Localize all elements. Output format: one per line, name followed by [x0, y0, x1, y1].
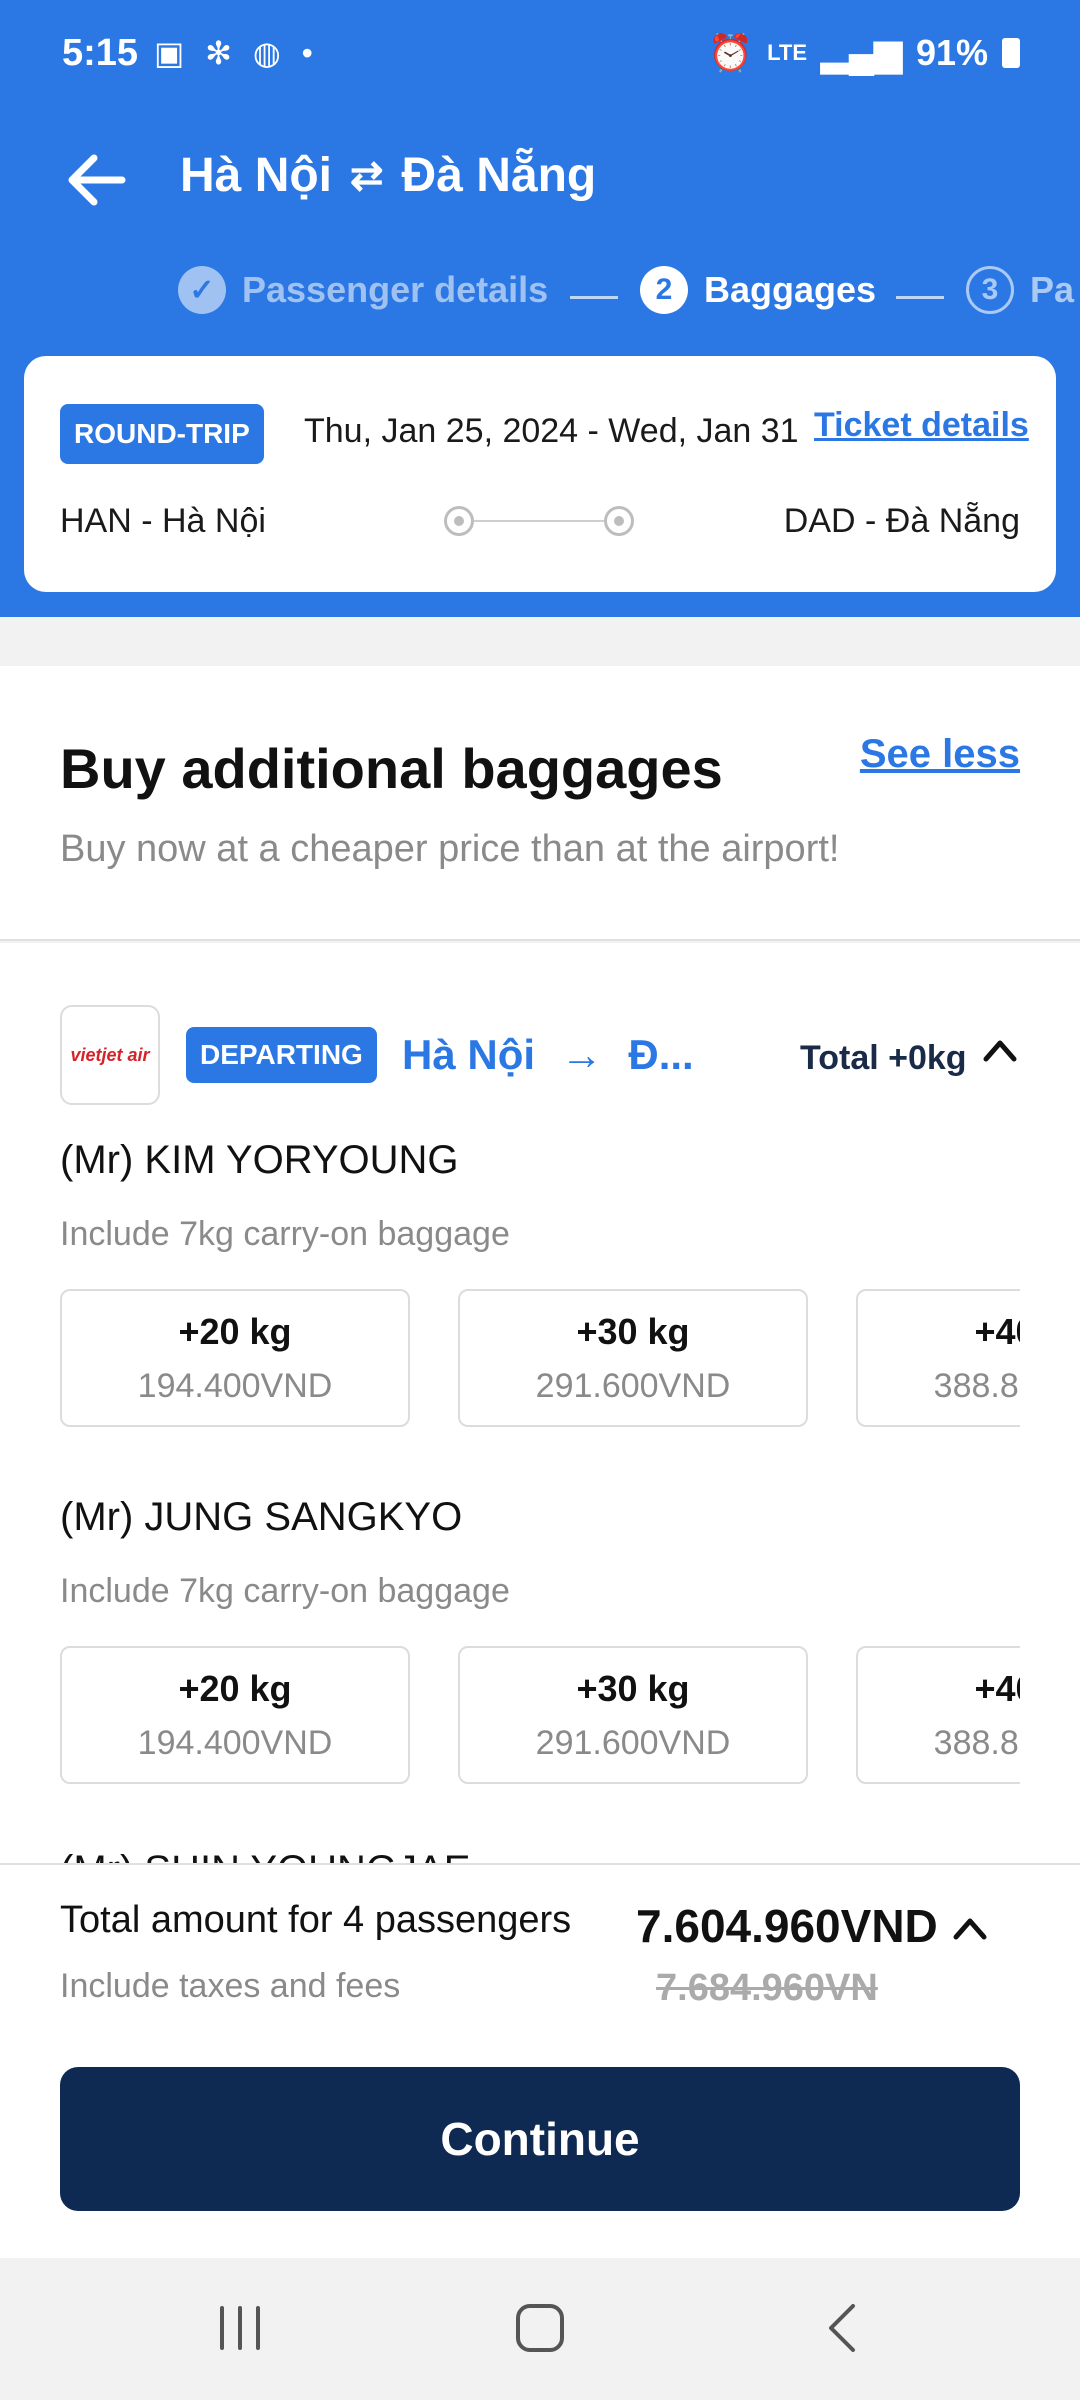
step-label: Baggages — [704, 269, 877, 310]
step-number: 2 — [640, 266, 688, 314]
header: 5:15 ▣ ✻ ◍ • ⏰ LTE ▂▄▆ 91% Hà Nội ⇄ Đà N… — [0, 0, 1080, 617]
back-nav-icon[interactable] — [805, 2298, 885, 2358]
option-price: 291.600VND — [535, 1367, 731, 1405]
network-label: LTE — [767, 40, 808, 65]
route-destination: Đà Nẵng — [401, 149, 597, 202]
arrow-right-icon: → — [560, 1031, 603, 1078]
step-label: Pa — [1030, 269, 1075, 310]
step-divider — [570, 296, 618, 299]
app-bar: Hà Nội ⇄ Đà Nẵng — [0, 130, 1080, 230]
total-label: Total amount for 4 passengers — [60, 1899, 572, 1941]
route-bar — [474, 520, 604, 522]
route-origin: Hà Nội — [180, 149, 333, 202]
baggage-options: +20 kg 194.400VND +30 kg 291.600VND +40 … — [60, 1289, 1020, 1429]
system-nav-bar — [0, 2258, 1080, 2400]
option-kg: +30 kg — [576, 1668, 690, 1709]
option-kg: +30 kg — [576, 1311, 690, 1352]
check-icon: ✓ — [178, 266, 226, 314]
status-time: 5:15 — [62, 32, 139, 74]
recent-apps-icon[interactable] — [200, 2298, 280, 2358]
trip-dates: Thu, Jan 25, 2024 - Wed, Jan 31 — [304, 412, 799, 450]
sync-icon: ✻ — [205, 35, 238, 71]
baggage-panel: vietjet air DEPARTING Hà Nội → Đ... Tota… — [0, 943, 1080, 1863]
option-kg: +20 kg — [178, 1311, 292, 1352]
baggage-option[interactable]: +30 kg 291.600VND — [458, 1289, 808, 1427]
option-kg: +40 kg — [974, 1311, 1020, 1352]
swap-arrows-icon: ⇄ — [350, 153, 384, 198]
step-number: 3 — [966, 266, 1014, 314]
chevron-up-icon[interactable] — [980, 1031, 1020, 1071]
battery-percent: 91% — [915, 32, 988, 73]
step-payment[interactable]: 3 Pa — [966, 266, 1074, 314]
image-icon: ▣ — [154, 35, 191, 71]
baggage-option[interactable]: +40 kg 388.800VND — [856, 1289, 1020, 1427]
section-subtitle: Buy now at a cheaper price than at the a… — [60, 828, 840, 870]
option-price: 291.600VND — [535, 1724, 731, 1762]
departing-badge: DEPARTING — [186, 1027, 377, 1083]
baggage-options: +20 kg 194.400VND +30 kg 291.600VND +40 … — [60, 1646, 1020, 1786]
passenger-name: (Mr) SHIN YOUNGJAE — [60, 1848, 470, 1863]
option-kg: +20 kg — [178, 1668, 292, 1709]
option-price: 388.800VND — [933, 1367, 1020, 1405]
tax-note: Include taxes and fees — [60, 1967, 401, 2005]
from-airport: HAN - Hà Nội — [60, 502, 266, 540]
home-icon[interactable] — [500, 2298, 580, 2358]
origin-dot — [444, 506, 474, 536]
option-price: 388.800VND — [933, 1724, 1020, 1762]
airline-logo: vietjet air — [60, 1005, 160, 1105]
trip-type-badge: ROUND-TRIP — [60, 404, 264, 464]
original-price: 7.684.960VN — [656, 1967, 878, 2009]
continue-button[interactable]: Continue — [60, 2067, 1020, 2211]
option-kg: +40 kg — [974, 1668, 1020, 1709]
passenger-note: Include 7kg carry-on baggage — [60, 1572, 510, 1610]
total-kg: Total +0kg — [800, 1039, 967, 1077]
globe-icon: ◍ — [252, 35, 287, 71]
arrow-left-icon — [68, 154, 126, 206]
passenger-note: Include 7kg carry-on baggage — [60, 1215, 510, 1253]
to-airport: DAD - Đà Nẵng — [783, 502, 1020, 540]
trip-summary-card: ROUND-TRIP Thu, Jan 25, 2024 - Wed, Jan … — [24, 356, 1056, 592]
progress-steps: ✓ Passenger details 2 Baggages 3 Pa — [0, 266, 1080, 326]
see-less-link[interactable]: See less — [860, 732, 1020, 777]
baggage-option[interactable]: +20 kg 194.400VND — [60, 1289, 410, 1427]
flight-route: Hà Nội → Đ... — [402, 1031, 694, 1079]
baggage-option[interactable]: +30 kg 291.600VND — [458, 1646, 808, 1784]
step-label: Passenger details — [242, 269, 549, 310]
system-status: ⏰ LTE ▂▄▆ 91% — [708, 32, 1020, 74]
route-line — [444, 506, 634, 536]
ticket-details-link[interactable]: Ticket details — [814, 406, 1029, 445]
notification-icons: ▣ ✻ ◍ • — [154, 34, 319, 72]
passenger-name: (Mr) KIM YORYOUNG — [60, 1138, 459, 1182]
step-passenger-details[interactable]: ✓ Passenger details — [178, 266, 548, 314]
option-price: 194.400VND — [137, 1367, 333, 1405]
destination-dot — [604, 506, 634, 536]
passenger-name: (Mr) JUNG SANGKYO — [60, 1495, 463, 1539]
baggage-option[interactable]: +40 kg 388.800VND — [856, 1646, 1020, 1784]
back-button[interactable] — [62, 150, 132, 210]
baggage-intro: Buy additional baggages See less Buy now… — [0, 666, 1080, 941]
flight-route-from: Hà Nội — [402, 1031, 536, 1078]
status-bar: 5:15 ▣ ✻ ◍ • ⏰ LTE ▂▄▆ 91% — [0, 0, 1080, 110]
route-title: Hà Nội ⇄ Đà Nẵng — [180, 148, 596, 203]
battery-icon — [1002, 38, 1020, 68]
chevron-up-icon[interactable] — [950, 1909, 990, 1949]
flight-route-to: Đ... — [628, 1031, 694, 1078]
price-summary-bar: Total amount for 4 passengers 7.604.960V… — [0, 1863, 1080, 2258]
alarm-icon: ⏰ — [708, 32, 754, 73]
section-title: Buy additional baggages — [60, 737, 723, 800]
dot-icon: • — [301, 35, 319, 71]
option-price: 194.400VND — [137, 1724, 333, 1762]
signal-icon: ▂▄▆ — [821, 32, 902, 73]
step-divider — [896, 296, 944, 299]
baggage-option[interactable]: +20 kg 194.400VND — [60, 1646, 410, 1784]
total-price: 7.604.960VND — [636, 1900, 938, 1952]
step-baggages[interactable]: 2 Baggages — [640, 266, 876, 314]
